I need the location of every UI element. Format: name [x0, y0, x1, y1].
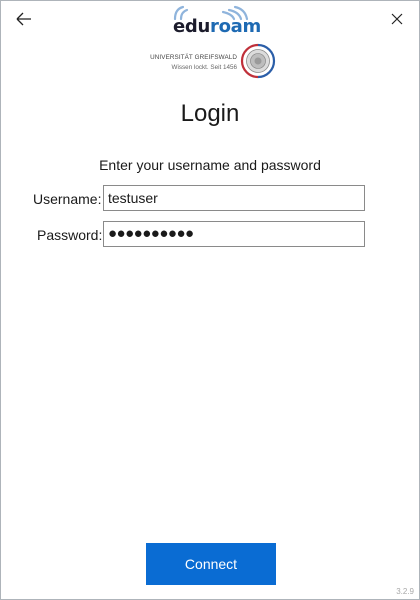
close-icon[interactable]	[387, 9, 407, 29]
eduroam-logo-text-edu: edu	[173, 16, 211, 37]
eduroam-logo: eduroam	[167, 3, 261, 39]
page-title: Login	[180, 100, 240, 127]
university-logo: UNIVERSITÄT GREIFSWALD Wissen lockt. Sei…	[143, 41, 279, 83]
password-input[interactable]: ●●●●●●●●●●	[103, 221, 365, 247]
app-window: eduroam UNIVERSITÄT GREIFSWALD Wissen lo…	[0, 0, 420, 600]
connect-button[interactable]: Connect	[146, 543, 276, 585]
login-instructions: Enter your username and password	[99, 157, 321, 173]
university-seal-icon	[240, 43, 276, 79]
back-arrow-icon[interactable]	[13, 8, 35, 30]
eduroam-logo-text-roam: roam	[210, 16, 261, 37]
password-label: Password:	[37, 227, 103, 243]
university-name: UNIVERSITÄT GREIFSWALD	[150, 54, 237, 61]
university-motto: Wissen lockt. Seit 1456	[171, 64, 237, 71]
username-label: Username:	[33, 191, 102, 207]
username-input[interactable]: testuser	[103, 185, 365, 211]
version-label: 3.2.9	[396, 587, 414, 596]
